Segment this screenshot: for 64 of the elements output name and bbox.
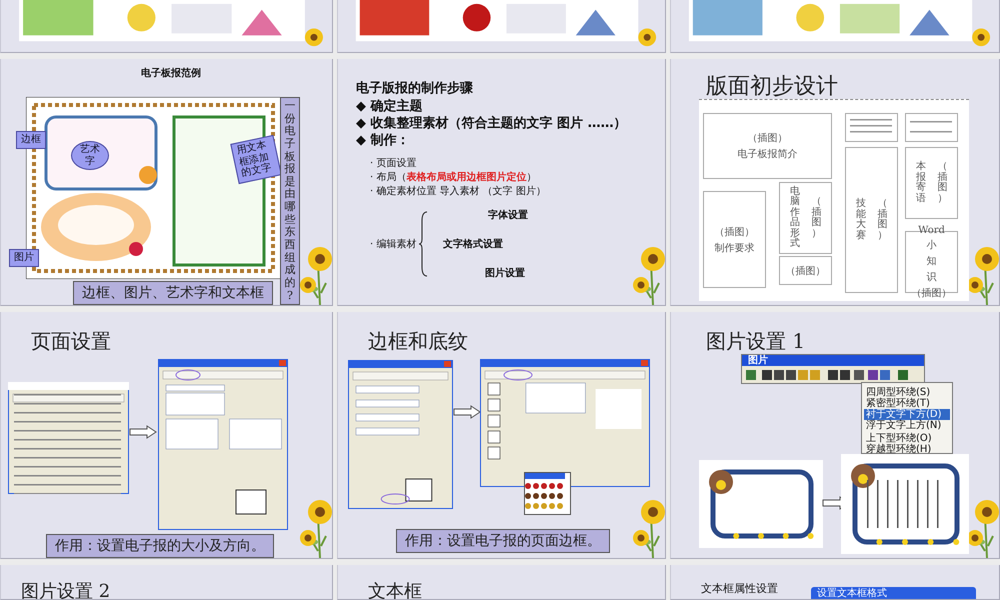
arrow-icon — [129, 425, 157, 439]
slide-title: 电子版报的制作步骤 — [356, 80, 473, 97]
slide-thumbnail[interactable]: 图片设置 2 — [0, 565, 333, 600]
block-text: （插图） — [810, 197, 822, 239]
menu-item[interactable]: 浮于文字上方(N) — [864, 420, 950, 431]
slide-thumbnail[interactable]: 电子版报的制作步骤 ◆ 确定主题 ◆ 收集整理素材（符合主题的文字 图片 ……） ◆ 制作： · 页面设置 · 布局（表格布局或用边框图片定位） · 确定素材位置 导入素材 （文字 图片） · 编辑素材 字体设置 文字格式设置 图片设置 — [337, 59, 666, 306]
sunflower-drawing — [633, 500, 665, 558]
dialog-title: 设置文本框格式 — [811, 587, 976, 599]
menu-item[interactable]: 衬于文字下方(D) — [864, 409, 950, 420]
block-text: 制作要求 — [714, 242, 754, 254]
bullet-item: ◆ 确定主题 — [356, 99, 424, 116]
block-text: （插图） — [912, 286, 952, 300]
block-text: （插图） — [936, 162, 948, 204]
caption: 边框、图片、艺术字和文本框 — [73, 281, 273, 305]
slide-title: 边框和底纹 — [368, 328, 468, 355]
slide-title: 图片设置 2 — [21, 580, 110, 599]
slide-thumbnail[interactable]: 电子板报范例 边框 艺术字 用文本框添加的文字 图片 一份电子板报是由哪些东西组成的? 边框、图片、艺术字和文本框 — [0, 59, 333, 306]
menu-item[interactable]: 紧密型环绕(T) — [864, 398, 950, 409]
slide-title: 电子板报范例 — [141, 66, 201, 80]
menu-item[interactable]: 上下型环绕(O) — [864, 433, 950, 444]
bullet-item: ◆ 制作： — [356, 132, 411, 150]
slide-title: 文本框属性设置 — [701, 581, 778, 596]
callout: 边框 — [16, 131, 46, 148]
block-text: 技能大赛 — [855, 199, 866, 241]
block-text: 电脑作品形式 — [789, 186, 800, 250]
sub-item: · 确定素材位置 导入素材 （文字 图片） — [370, 184, 546, 198]
slide-thumbnail[interactable]: 边框和底纹 作用：设置电子报的页面边框。 — [337, 312, 666, 559]
menu-item[interactable]: 四周型环绕(S) — [864, 387, 950, 398]
callout: 图片 — [9, 249, 39, 266]
block-text: （插图） — [876, 199, 888, 241]
bullet-item: ◆ 收集整理素材（符合主题的文字 图片 ……） — [356, 116, 627, 133]
sub-item: · 页面设置 — [370, 156, 418, 170]
block-text: （插图） — [714, 226, 754, 238]
block-text: 识 — [926, 270, 936, 284]
side-note: 一份电子板报是由哪些东西组成的? — [280, 97, 300, 305]
arrow-icon — [453, 405, 481, 419]
block-text: （插图） — [748, 132, 788, 145]
dropdown-drawing — [524, 472, 571, 515]
block-text: 电子板报简介 — [738, 148, 798, 161]
sub-item: · 编辑素材 — [370, 238, 416, 251]
sunflower-drawing — [300, 247, 332, 305]
slide-thumbnail[interactable]: 文本框 — [337, 565, 666, 600]
slide-title: 文本框 — [368, 580, 422, 599]
brace-drawing — [419, 211, 429, 277]
edit-option: 图片设置 — [485, 266, 525, 280]
caption: 作用：设置电子报的大小及方向。 — [46, 534, 274, 558]
edit-option: 字体设置 — [488, 208, 528, 222]
block-text: 知 — [926, 254, 936, 268]
block-text: 小 — [926, 238, 936, 252]
slide-title: 图片设置 1 — [706, 328, 806, 354]
sunflower-drawing — [633, 247, 665, 305]
edit-option: 文字格式设置 — [443, 237, 503, 251]
slide-thumbnail[interactable]: 版面初步设计 （插图） 电子板报简介 （插图） 制作要求 电脑作品形式 （插图） （插图） 技能大赛 （插图） 本报寄语 （插图） Word 小 知 识 （插图） — [670, 59, 1000, 306]
sub-item: · 布局（表格布局或用边框图片定位） — [370, 170, 538, 184]
slide-thumbnail[interactable]: 文本框属性设置 设置文本框格式 — [670, 565, 1000, 600]
sunflower-drawing — [300, 500, 332, 558]
block-text: （插图） — [786, 264, 826, 278]
slide-title: 版面初步设计 — [706, 73, 838, 101]
slide-title: 页面设置 — [31, 328, 111, 355]
slide-thumbnail[interactable]: 页面设置 作用：设置电子报的大小及方向。 — [0, 312, 333, 559]
toolbar-title: 图片 — [742, 355, 924, 366]
caption: 作用：设置电子报的页面边框。 — [396, 529, 610, 553]
block-text: 本报寄语 — [915, 162, 926, 204]
block-text: Word — [918, 224, 945, 236]
